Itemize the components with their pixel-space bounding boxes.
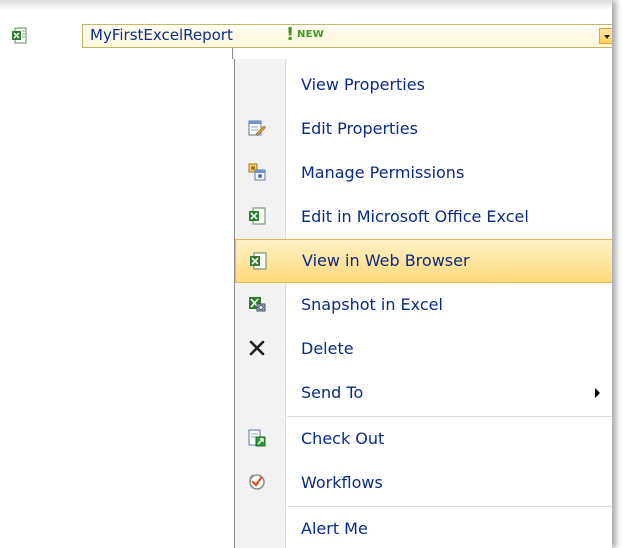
delete-icon: [249, 340, 265, 356]
menu-item-edit-in-excel[interactable]: Edit in Microsoft Office Excel: [235, 195, 612, 239]
menu-item-label: Edit in Microsoft Office Excel: [301, 207, 529, 226]
submenu-arrow-icon: [595, 388, 600, 398]
workflows-icon: [249, 474, 265, 490]
document-title-row[interactable]: MyFirstExcelReport ! NEW: [82, 24, 612, 48]
menu-item-label: Snapshot in Excel: [301, 295, 443, 314]
sharepoint-document-library: MyFirstExcelReport ! NEW View Properties…: [0, 0, 612, 548]
menu-item-label: Workflows: [301, 473, 383, 492]
menu-item-view-properties[interactable]: View Properties: [235, 63, 612, 107]
snapshot-icon: [249, 297, 266, 312]
top-shadow: [0, 0, 612, 10]
menu-item-label: Delete: [301, 339, 354, 358]
menu-item-alert-me[interactable]: Alert Me: [235, 507, 612, 548]
menu-item-edit-properties[interactable]: Edit Properties: [235, 107, 612, 151]
menu-item-workflows[interactable]: Workflows: [235, 461, 612, 505]
menu-connector: [232, 48, 233, 59]
excel-icon: [249, 207, 266, 225]
excel-file-icon[interactable]: [11, 27, 27, 44]
check-out-icon: [248, 429, 266, 447]
item-menu-dropdown-button[interactable]: [599, 28, 612, 44]
menu-item-label: Manage Permissions: [301, 163, 465, 182]
menu-item-label: Alert Me: [301, 519, 368, 538]
document-title-link[interactable]: MyFirstExcelReport: [90, 26, 233, 44]
menu-item-view-in-web-browser[interactable]: View in Web Browser: [235, 239, 612, 283]
new-badge: NEW: [297, 29, 325, 40]
new-exclamation-icon: !: [286, 24, 295, 45]
menu-item-snapshot-in-excel[interactable]: Snapshot in Excel: [235, 283, 612, 327]
menu-item-check-out[interactable]: Check Out: [235, 417, 612, 461]
manage-permissions-icon: [248, 163, 266, 181]
menu-item-send-to[interactable]: Send To: [235, 371, 612, 415]
menu-item-label: Edit Properties: [301, 119, 418, 138]
menu-item-manage-permissions[interactable]: Manage Permissions: [235, 151, 612, 195]
menu-item-label: View in Web Browser: [302, 251, 470, 270]
edit-properties-icon: [248, 120, 266, 136]
edit-control-block-menu: View Properties Edit Properties Manage P…: [234, 59, 612, 548]
menu-item-delete[interactable]: Delete: [235, 327, 612, 371]
excel-web-icon: [250, 252, 267, 270]
menu-item-label: Check Out: [301, 429, 385, 448]
menu-item-label: Send To: [301, 383, 364, 402]
menu-item-label: View Properties: [301, 75, 425, 94]
